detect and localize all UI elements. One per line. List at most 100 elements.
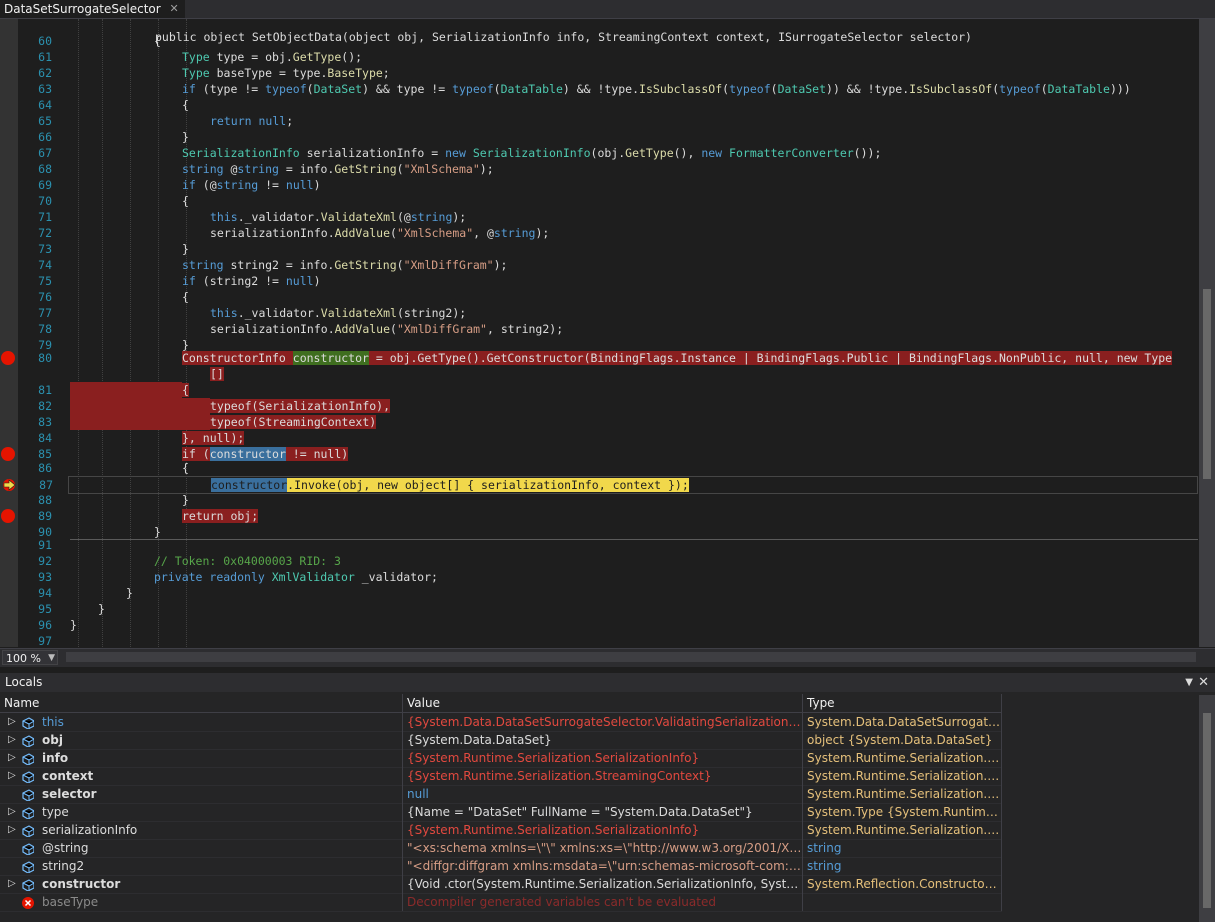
local-name: baseType bbox=[42, 895, 99, 909]
line-number: 62 bbox=[38, 66, 52, 80]
locals-row[interactable]: ▷ constructor {Void .ctor(System.Runtime.S… bbox=[0, 875, 1002, 894]
locals-row[interactable]: ▷ context {System.Runtime.Serialization.St… bbox=[0, 767, 1002, 786]
column-name[interactable]: Name bbox=[0, 694, 403, 712]
locals-vertical-scrollbar[interactable] bbox=[1199, 695, 1215, 922]
code-text: } bbox=[98, 602, 105, 616]
code-text: // Token: 0x04000003 RID: 3 bbox=[154, 554, 341, 568]
code-line: 82 typeof(SerializationInfo), bbox=[0, 398, 1198, 414]
local-name: selector bbox=[42, 787, 97, 801]
code-text: { bbox=[182, 98, 189, 112]
line-number: 87 bbox=[39, 478, 53, 492]
line-number: 69 bbox=[38, 178, 52, 192]
breakpoint-icon[interactable] bbox=[1, 447, 15, 461]
locals-row[interactable]: ▷ serializationInfo {System.Runtime.Serial… bbox=[0, 821, 1002, 840]
locals-value-cell[interactable]: "<xs:schema xmlns=\"\" xmlns:xs=\"http:/… bbox=[403, 839, 803, 857]
code-line: 93 private readonly XmlValidator _validat… bbox=[0, 569, 1198, 585]
locals-value-cell[interactable]: {Name = "DataSet" FullName = "System.Dat… bbox=[403, 803, 803, 821]
code-line: 70 { bbox=[0, 193, 1198, 209]
locals-value-cell[interactable]: null bbox=[403, 785, 803, 803]
code-text: if (@string != null) bbox=[182, 178, 321, 192]
editor-horizontal-scrollbar[interactable] bbox=[66, 652, 1196, 662]
scrollbar-thumb[interactable] bbox=[1203, 289, 1211, 479]
variable-icon bbox=[22, 806, 35, 820]
line-number: 81 bbox=[38, 383, 52, 397]
close-icon[interactable]: ✕ bbox=[1198, 673, 1209, 692]
expand-icon[interactable]: ▷ bbox=[8, 713, 16, 731]
close-icon[interactable]: ✕ bbox=[169, 0, 178, 18]
breakpoint-highlight bbox=[70, 414, 210, 430]
code-line: 66} bbox=[0, 129, 1198, 145]
locals-value-cell[interactable]: {System.Runtime.Serialization.StreamingC… bbox=[403, 767, 803, 785]
line-number: 97 bbox=[38, 634, 52, 647]
code-line: 80 ConstructorInfo constructor = obj.GetT… bbox=[0, 350, 1198, 366]
code-line: 94} bbox=[0, 585, 1198, 601]
locals-type-cell: System.Runtime.Serialization.Seria... bbox=[803, 749, 1002, 767]
locals-row[interactable]: ▷ obj {System.Data.DataSet} object {System.… bbox=[0, 731, 1002, 750]
code-text: this._validator.ValidateXml(@string); bbox=[210, 210, 467, 224]
column-value[interactable]: Value bbox=[403, 694, 803, 712]
chevron-down-icon: ▼ bbox=[48, 653, 55, 663]
expand-icon[interactable]: ▷ bbox=[8, 731, 16, 749]
locals-value-cell[interactable]: {System.Data.DataSetSurrogateSelector.Va… bbox=[403, 713, 803, 731]
locals-type-cell: string bbox=[803, 857, 1002, 875]
locals-row[interactable]: baseType Decompiler generated variables c… bbox=[0, 893, 1002, 912]
code-text: } bbox=[126, 586, 133, 600]
code-text: string string2 = info.GetString("XmlDiff… bbox=[182, 258, 508, 272]
column-type[interactable]: Type bbox=[803, 694, 1002, 712]
code-line: 65 return null; bbox=[0, 113, 1198, 129]
chevron-down-icon[interactable]: ▼ bbox=[1185, 673, 1193, 692]
locals-value-cell[interactable]: Decompiler generated variables can't be … bbox=[403, 893, 803, 911]
variable-icon bbox=[22, 860, 35, 874]
locals-name-cell: @string bbox=[0, 839, 403, 857]
line-number: 74 bbox=[38, 258, 52, 272]
scrollbar-thumb[interactable] bbox=[1203, 713, 1211, 908]
variable-icon bbox=[22, 752, 35, 766]
code-line: 88} bbox=[0, 492, 1198, 508]
breakpoint-icon[interactable] bbox=[1, 351, 15, 365]
locals-value-cell[interactable]: {System.Runtime.Serialization.Serializat… bbox=[403, 749, 803, 767]
code-text: { bbox=[182, 290, 189, 304]
expand-icon[interactable]: ▷ bbox=[8, 767, 16, 785]
locals-row[interactable]: string2 "<diffgr:diffgram xmlns:msdata=\"… bbox=[0, 857, 1002, 876]
expand-icon[interactable]: ▷ bbox=[8, 821, 16, 839]
line-number: 84 bbox=[38, 431, 52, 445]
zoom-dropdown[interactable]: 100 % ▼ bbox=[2, 650, 58, 665]
locals-row[interactable]: ▷ type {Name = "DataSet" FullName = "Syste… bbox=[0, 803, 1002, 822]
locals-row[interactable]: ▷ info {System.Runtime.Serialization.Seria… bbox=[0, 749, 1002, 768]
editor-vertical-scrollbar[interactable] bbox=[1199, 19, 1215, 647]
locals-value-cell[interactable]: {System.Runtime.Serialization.Serializat… bbox=[403, 821, 803, 839]
line-number: 80 bbox=[38, 351, 52, 365]
tab-datasetsurrogateselector[interactable]: DataSetSurrogateSelector ✕ bbox=[0, 0, 185, 18]
line-number: 67 bbox=[38, 146, 52, 160]
code-text: } bbox=[182, 130, 189, 144]
variable-icon bbox=[22, 842, 35, 856]
zoom-value: 100 % bbox=[6, 652, 41, 665]
code-text: typeof(SerializationInfo), bbox=[210, 399, 391, 413]
locals-value-cell[interactable]: {System.Data.DataSet} bbox=[403, 731, 803, 749]
code-text: if (string2 != null) bbox=[182, 274, 321, 288]
locals-row[interactable]: ▷ this {System.Data.DataSetSurrogateSelect… bbox=[0, 713, 1002, 732]
locals-name-cell: ▷ this bbox=[0, 713, 403, 731]
code-line: [] bbox=[0, 366, 1198, 382]
expand-icon[interactable]: ▷ bbox=[8, 803, 16, 821]
breakpoint-highlight bbox=[70, 398, 210, 414]
locals-row[interactable]: selector null System.Runtime.Serialization… bbox=[0, 785, 1002, 804]
locals-name-cell: ▷ type bbox=[0, 803, 403, 821]
locals-type-cell: System.Runtime.Serialization.Seria... bbox=[803, 821, 1002, 839]
line-number: 70 bbox=[38, 194, 52, 208]
error-icon bbox=[22, 896, 34, 909]
line-number: 78 bbox=[38, 322, 52, 336]
code-editor[interactable]: public object SetObjectData(object obj, … bbox=[0, 19, 1198, 647]
locals-type-cell: string bbox=[803, 839, 1002, 857]
breakpoint-icon[interactable] bbox=[1, 509, 15, 523]
locals-name-cell: ▷ constructor bbox=[0, 875, 403, 893]
code-line: 96} bbox=[0, 617, 1198, 633]
locals-value-cell[interactable]: {Void .ctor(System.Runtime.Serialization… bbox=[403, 875, 803, 893]
expand-icon[interactable]: ▷ bbox=[8, 749, 16, 767]
code-text: serializationInfo.AddValue("XmlDiffGram"… bbox=[210, 322, 564, 336]
locals-row[interactable]: @string "<xs:schema xmlns=\"\" xmlns:xs=\… bbox=[0, 839, 1002, 858]
expand-icon[interactable]: ▷ bbox=[8, 875, 16, 893]
code-line: 76 { bbox=[0, 289, 1198, 305]
locals-value-cell[interactable]: "<diffgr:diffgram xmlns:msdata=\"urn:sch… bbox=[403, 857, 803, 875]
code-line: 86 { bbox=[0, 460, 1198, 476]
